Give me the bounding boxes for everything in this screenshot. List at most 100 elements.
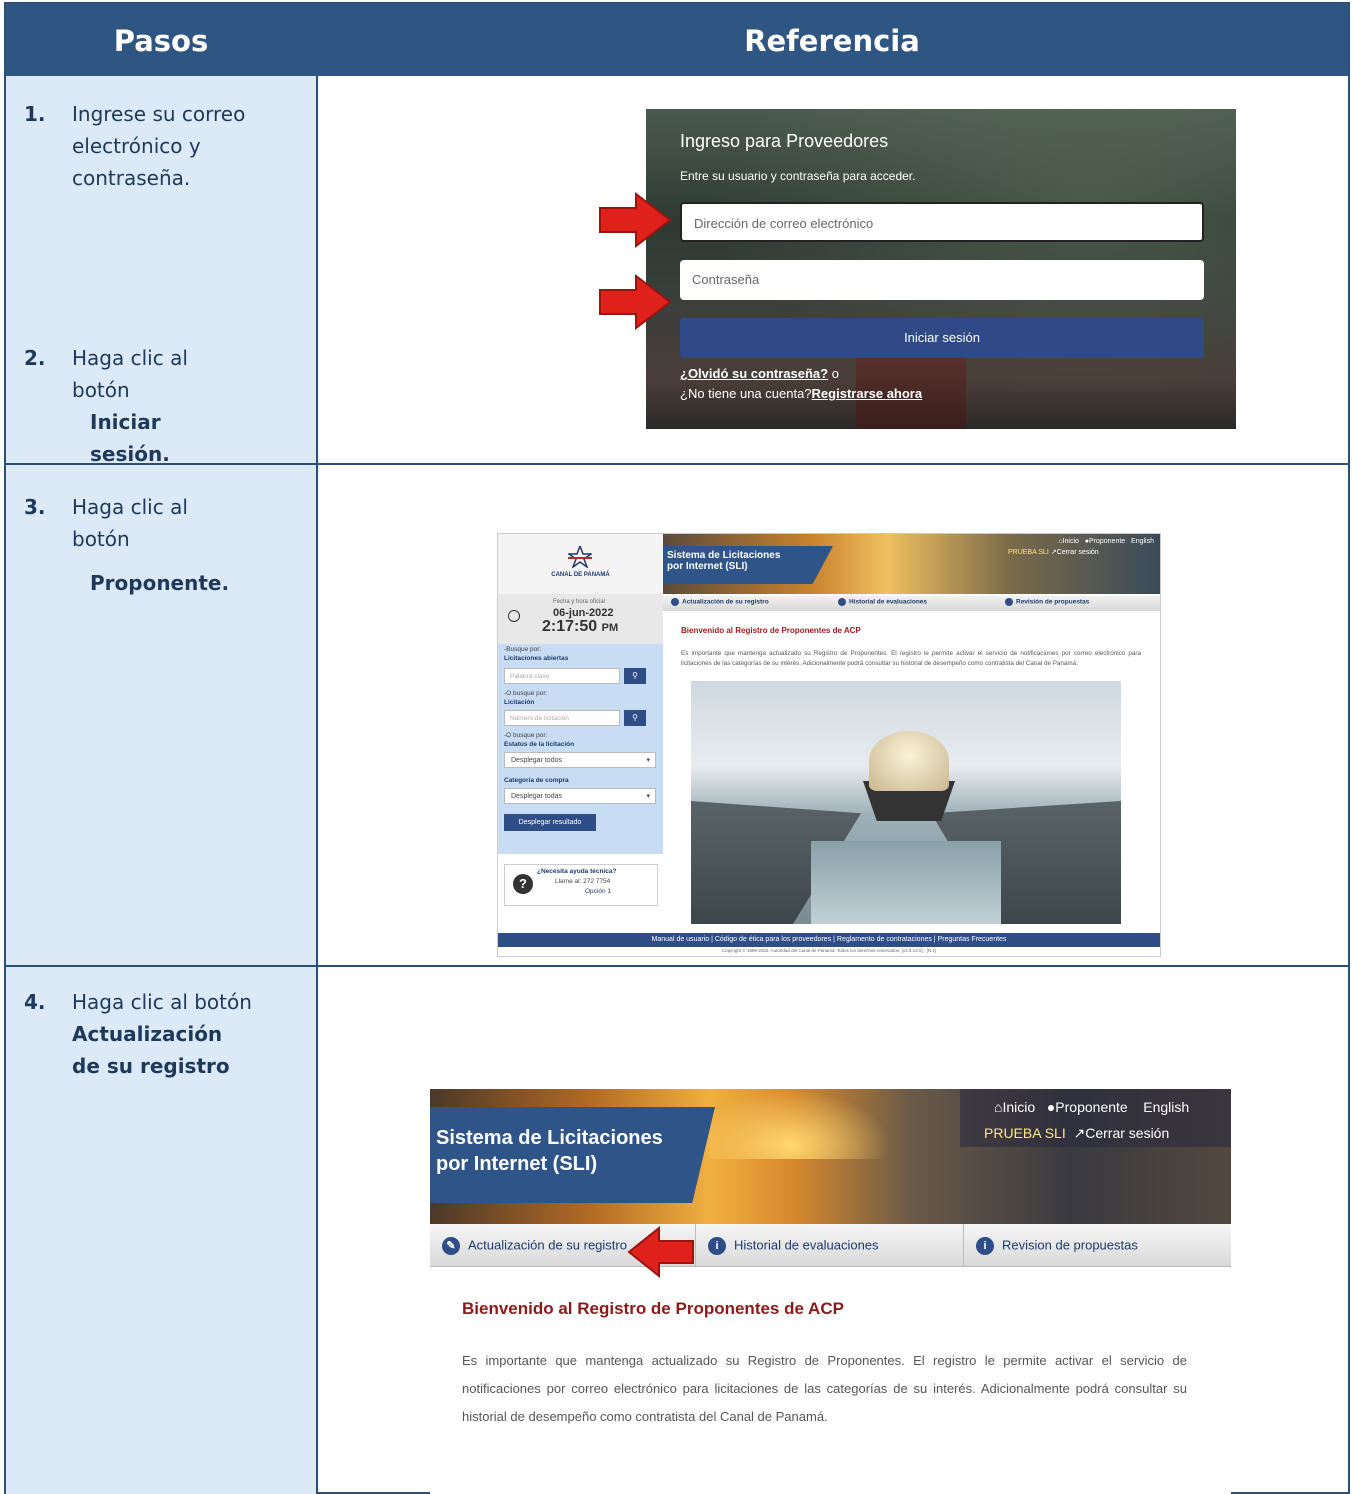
info-icon xyxy=(838,598,846,606)
login-subtitle: Entre su usuario y contraseña para acced… xyxy=(680,169,916,183)
lock-water xyxy=(811,841,1001,924)
status-select[interactable]: Desplegar todos ▾ xyxy=(504,752,656,768)
canal-logo: CANAL DE PANAMÁ xyxy=(498,534,663,594)
tab-label: Revisión de propuestas xyxy=(1016,598,1090,606)
red-arrow-icon xyxy=(599,192,672,248)
tab-label: Revision de propuestas xyxy=(1002,1237,1138,1253)
tab-historial[interactable]: Historial de evaluaciones xyxy=(838,598,927,606)
step-number: 4. xyxy=(24,990,46,1014)
tab-bar: ✎ Actualización de su registro i Historial… xyxy=(430,1224,1231,1267)
category-value: Desplegar todas xyxy=(511,793,562,800)
show-results-button[interactable]: Desplegar resultado xyxy=(504,814,596,831)
tab-actualizacion[interactable]: Actualización de su registro xyxy=(671,598,769,606)
footer-links[interactable]: Manual de usuario | Código de ética para… xyxy=(498,933,1160,947)
step-bold-text: Actualización de su registro xyxy=(72,1022,230,1078)
red-arrow-icon xyxy=(599,274,672,330)
tender-number-input[interactable]: Número de licitación xyxy=(504,710,620,726)
lng-dome xyxy=(869,731,949,791)
tab-separator xyxy=(695,1224,696,1266)
status-value: Desplegar todos xyxy=(511,757,562,764)
tab-actualizacion[interactable]: ✎ Actualización de su registro xyxy=(442,1237,627,1255)
register-link[interactable]: Registrarse ahora xyxy=(812,386,923,401)
tab-separator xyxy=(963,1224,964,1266)
or-text: o xyxy=(831,366,839,381)
row-divider-2 xyxy=(6,965,1348,967)
tab-revision[interactable]: Revisión de propuestas xyxy=(1005,598,1089,606)
banner-title-line2: por Internet (SLI) xyxy=(667,561,748,572)
wrench-icon: ✎ xyxy=(442,1237,460,1255)
tab-revision[interactable]: i Revision de propuestas xyxy=(976,1237,1138,1255)
step-text: Haga clic al botón Proponente. xyxy=(72,491,229,599)
step-plain-text: Haga clic al botón xyxy=(72,990,252,1014)
copyright-text: Copyright © 1999-2022. Autoridad del Can… xyxy=(721,948,937,953)
date-label: Fecha y hora oficial xyxy=(553,599,606,605)
table-header: Pasos Referencia xyxy=(6,4,1348,76)
help-box: ? ¿Necesita ayuda técnica? Llame al: 272… xyxy=(504,864,658,906)
nav-proponente[interactable]: Proponente xyxy=(1089,538,1125,545)
sli-zoomed-screenshot: Sistema de Licitaciones por Internet (SL… xyxy=(430,1089,1231,1494)
step-text: Haga clic al botón Iniciar sesión. xyxy=(72,342,202,470)
forgot-password-link[interactable]: ¿Olvidó su contraseña? xyxy=(680,366,828,381)
ship-lock-photo xyxy=(691,681,1121,924)
red-arrow-icon xyxy=(627,1226,694,1278)
logout-icon: ↗ xyxy=(1073,1125,1086,1141)
search-icon[interactable]: ⚲ xyxy=(624,668,646,684)
info-icon: i xyxy=(976,1237,994,1255)
time-value: 2:17:50 PM xyxy=(542,618,618,636)
nav-inicio[interactable]: Inicio xyxy=(1063,538,1079,545)
tab-label: Historial de evaluaciones xyxy=(734,1237,879,1253)
welcome-title: Bienvenido al Registro de Proponentes de… xyxy=(462,1299,844,1318)
info-icon: i xyxy=(708,1237,726,1255)
or-search-label: -O busque por: xyxy=(504,690,548,697)
nav-row: ⌂Inicio ●Proponente English xyxy=(994,1099,1189,1115)
forgot-line: ¿Olvidó su contraseña? o xyxy=(680,366,839,381)
step-number: 1. xyxy=(24,102,46,126)
tab-label: Historial de evaluaciones xyxy=(849,598,928,606)
step-text: Ingrese su correo electrónico y contrase… xyxy=(72,102,246,190)
open-tenders-label: Licitaciones abiertas xyxy=(504,655,569,662)
password-field[interactable]: Contraseña xyxy=(680,260,1204,300)
ampm-text: PM xyxy=(601,622,619,634)
tab-label: Actualización de su registro xyxy=(682,598,769,606)
category-select[interactable]: Desplegar todas ▾ xyxy=(504,788,656,804)
step-bold-text: Iniciar sesión. xyxy=(90,410,170,466)
user-name: PRUEBA SLI xyxy=(1008,549,1049,556)
column-divider xyxy=(316,76,318,1494)
banner-title-line1: Sistema de Licitaciones xyxy=(436,1127,663,1149)
search-sidebar: -Busque por: Licitaciones abiertas Palab… xyxy=(498,644,663,854)
tab-historial[interactable]: i Historial de evaluaciones xyxy=(708,1237,879,1255)
info-icon xyxy=(1005,598,1013,606)
category-label: Categoría de compra xyxy=(504,777,569,784)
banner-title: Sistema de Licitaciones por Internet (SLI… xyxy=(663,546,833,584)
chevron-down-icon: ▾ xyxy=(646,793,650,800)
nav-inicio[interactable]: Inicio xyxy=(1002,1099,1035,1115)
clock-icon xyxy=(508,610,520,622)
step-number: 3. xyxy=(24,495,46,519)
nav-english[interactable]: English xyxy=(1131,538,1154,545)
banner-title: Sistema de Licitaciones por Internet (SL… xyxy=(430,1107,715,1203)
step-number: 2. xyxy=(24,346,46,370)
status-label: Estatus de la licitación xyxy=(504,741,575,748)
top-nav: ⌂Inicio ●Proponente English xyxy=(1058,538,1154,545)
search-icon[interactable]: ⚲ xyxy=(624,710,646,726)
nav-proponente[interactable]: Proponente xyxy=(1055,1099,1127,1115)
login-button[interactable]: Iniciar sesión xyxy=(680,318,1204,358)
keyword-input[interactable]: Palabra clave xyxy=(504,668,620,684)
chevron-down-icon: ▾ xyxy=(646,757,650,764)
steps-column xyxy=(6,76,316,1494)
header-pasos: Pasos xyxy=(113,24,209,58)
tab-label: Actualización de su registro xyxy=(468,1237,627,1253)
logout-link[interactable]: Cerrar sesión xyxy=(1085,1125,1169,1141)
logout-link[interactable]: Cerrar sesión xyxy=(1057,549,1099,556)
header-referencia: Referencia xyxy=(744,24,920,58)
help-option: Opción 1 xyxy=(585,888,612,895)
user-nav: PRUEBA SLI ↗Cerrar sesión xyxy=(1008,548,1099,556)
no-account-text: ¿No tiene una cuenta? xyxy=(680,386,812,401)
nav-english[interactable]: English xyxy=(1143,1099,1189,1115)
tab-bar: Actualización de su registro Historial d… xyxy=(663,596,1160,611)
wrench-icon xyxy=(671,598,679,606)
banner-title-line2: por Internet (SLI) xyxy=(436,1153,598,1175)
step-bold-text: Proponente. xyxy=(90,571,230,595)
row-divider-1 xyxy=(6,463,1348,465)
email-field[interactable]: Dirección de correo electrónico xyxy=(680,202,1204,242)
